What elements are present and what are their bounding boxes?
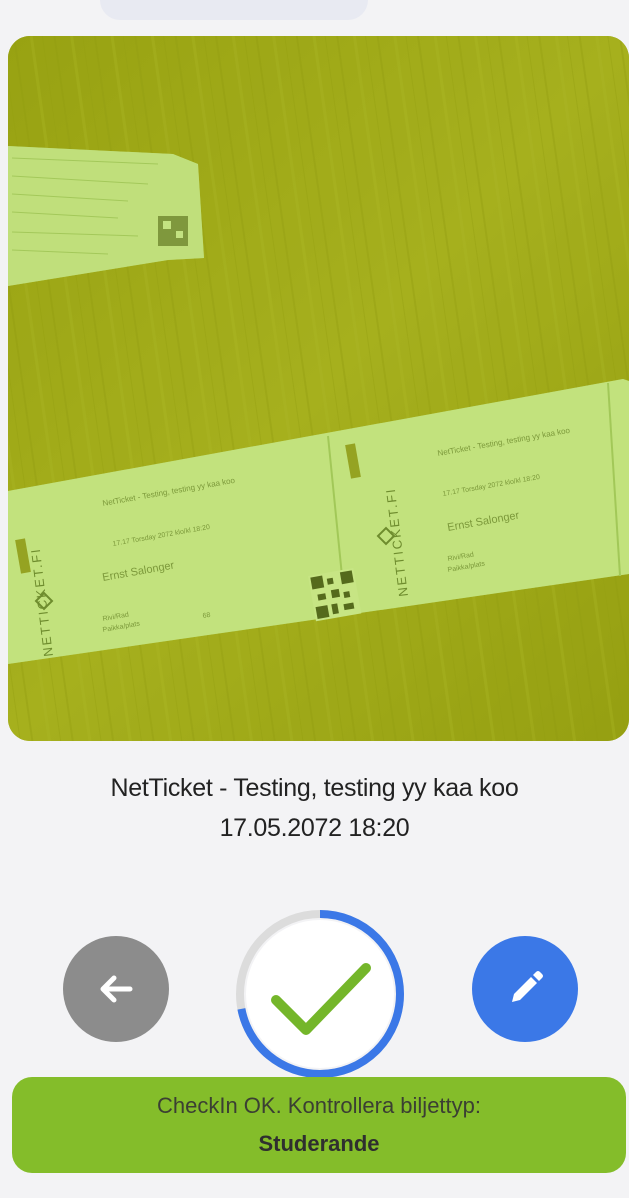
back-button[interactable] [63, 936, 169, 1042]
ticket-photo-image: NETTICKET.FI NETTICKET.FI NetTicket - Te… [8, 36, 629, 741]
checkin-status-indicator [236, 910, 404, 1078]
checkin-result-banner: CheckIn OK. Kontrollera biljettyp: Stude… [12, 1077, 626, 1173]
checkin-message: CheckIn OK. Kontrollera biljettyp: [156, 1093, 482, 1118]
event-title: NetTicket - Testing, testing yy kaa koo [110, 774, 519, 802]
top-bar-pill [100, 0, 368, 20]
checkin-screen: NETTICKET.FI NETTICKET.FI NetTicket - Te… [0, 0, 629, 1198]
event-datetime: 17.05.2072 18:20 [219, 814, 410, 842]
ticket-photo: NETTICKET.FI NETTICKET.FI NetTicket - Te… [8, 36, 629, 741]
checkin-controls [0, 880, 629, 1078]
status-disc [246, 920, 394, 1068]
edit-button[interactable] [472, 936, 578, 1042]
ticket-type: Studerande [258, 1131, 380, 1156]
arrow-left-icon [100, 975, 133, 1003]
pencil-icon [512, 971, 543, 1002]
event-info: NetTicket - Testing, testing yy kaa koo … [0, 768, 629, 848]
